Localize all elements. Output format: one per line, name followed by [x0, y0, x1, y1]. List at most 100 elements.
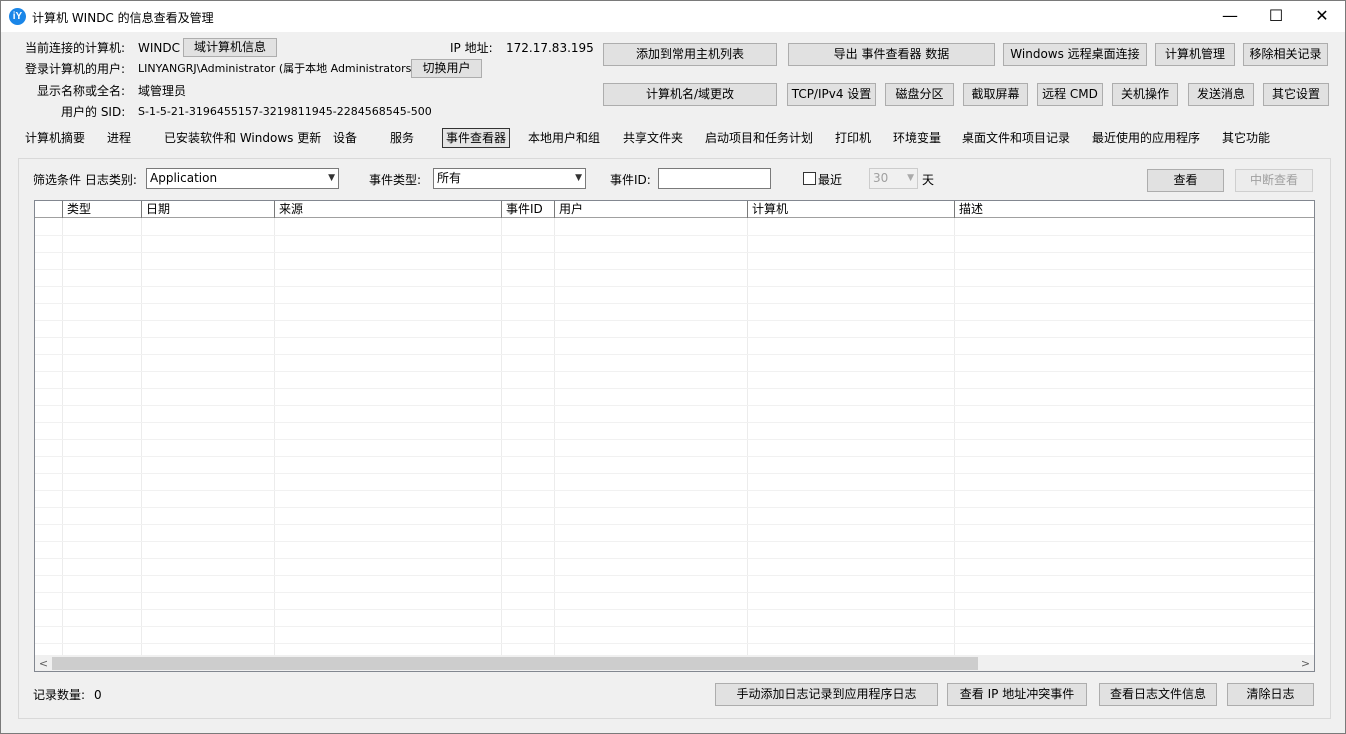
event-type-label: 事件类型:	[369, 173, 422, 187]
display-name-label: 显示名称或全名:	[37, 84, 126, 98]
ip-conflict-events-button[interactable]: 查看 IP 地址冲突事件	[947, 683, 1087, 706]
disk-partition-button[interactable]: 磁盘分区	[885, 83, 954, 106]
grid-row-line	[35, 490, 1314, 491]
tab-computer-summary[interactable]: 计算机摘要	[25, 128, 85, 148]
scroll-right-icon[interactable]: >	[1297, 655, 1314, 671]
grid-column-divider	[62, 218, 63, 656]
grid-row-line	[35, 388, 1314, 389]
tab-shared-folders[interactable]: 共享文件夹	[623, 128, 683, 148]
close-icon[interactable]: ✕	[1299, 1, 1345, 32]
column-header-event-id[interactable]: 事件ID	[502, 201, 555, 218]
column-header-computer[interactable]: 计算机	[748, 201, 955, 218]
tab-environment-variables[interactable]: 环境变量	[893, 128, 941, 148]
export-events-button[interactable]: 导出 事件查看器 数据	[788, 43, 995, 66]
event-type-value: 所有	[437, 171, 462, 185]
grid-row-line	[35, 592, 1314, 593]
days-value: 30	[873, 171, 889, 185]
tab-recent-apps[interactable]: 最近使用的应用程序	[1092, 128, 1200, 148]
title-bar: iY 计算机 WINDC 的信息查看及管理 — ☐ ✕	[1, 1, 1345, 32]
tcpip-settings-button[interactable]: TCP/IPv4 设置	[787, 83, 876, 106]
switch-user-button[interactable]: 切换用户	[411, 59, 482, 78]
event-id-input[interactable]	[658, 168, 771, 189]
shutdown-button[interactable]: 关机操作	[1112, 83, 1178, 106]
main-window: iY 计算机 WINDC 的信息查看及管理 — ☐ ✕ 当前连接的计算机: WI…	[0, 0, 1346, 734]
grid-row-line	[35, 524, 1314, 525]
tab-other-functions[interactable]: 其它功能	[1222, 128, 1270, 148]
tab-devices[interactable]: 设备	[333, 128, 357, 148]
rename-computer-button[interactable]: 计算机名/域更改	[603, 83, 777, 106]
grid-row-line	[35, 575, 1314, 576]
grid-row-line	[35, 456, 1314, 457]
grid-row-line	[35, 286, 1314, 287]
record-count-value: 0	[94, 688, 102, 702]
screenshot-button[interactable]: 截取屏幕	[963, 83, 1028, 106]
grid-row-line	[35, 643, 1314, 644]
scrollbar-thumb[interactable]	[52, 657, 978, 670]
stop-view-button[interactable]: 中断查看	[1235, 169, 1313, 192]
event-table[interactable]: 类型 日期 来源 事件ID 用户 计算机 描述 < >	[34, 200, 1315, 672]
grid-row-line	[35, 371, 1314, 372]
grid-column-divider	[554, 218, 555, 656]
window-title: 计算机 WINDC 的信息查看及管理	[32, 11, 214, 25]
grid-row-line	[35, 405, 1314, 406]
log-type-select[interactable]: Application ▼	[146, 168, 339, 189]
remote-cmd-button[interactable]: 远程 CMD	[1037, 83, 1103, 106]
record-count-label: 记录数量:	[33, 688, 86, 702]
days-select[interactable]: 30 ▼	[869, 168, 918, 189]
tab-local-users[interactable]: 本地用户和组	[528, 128, 600, 148]
tab-installed-software[interactable]: 已安装软件和 Windows 更新	[164, 128, 321, 148]
manual-add-log-button[interactable]: 手动添加日志记录到应用程序日志	[715, 683, 938, 706]
grid-column-divider	[141, 218, 142, 656]
add-host-button[interactable]: 添加到常用主机列表	[603, 43, 777, 66]
tab-printers[interactable]: 打印机	[835, 128, 871, 148]
column-header-source[interactable]: 来源	[275, 201, 502, 218]
maximize-icon[interactable]: ☐	[1253, 1, 1299, 32]
tab-event-viewer[interactable]: 事件查看器	[442, 128, 511, 148]
grid-row-line	[35, 473, 1314, 474]
column-header-type[interactable]: 类型	[63, 201, 142, 218]
domain-info-button[interactable]: 域计算机信息	[183, 38, 277, 57]
computer-label: 当前连接的计算机:	[25, 41, 126, 55]
app-icon: iY	[9, 8, 26, 25]
tab-desktop-files[interactable]: 桌面文件和项目记录	[962, 128, 1070, 148]
event-type-select[interactable]: 所有 ▼	[433, 168, 586, 189]
scroll-left-icon[interactable]: <	[35, 655, 52, 671]
chevron-down-icon: ▼	[907, 173, 914, 183]
computer-manage-button[interactable]: 计算机管理	[1155, 43, 1235, 66]
horizontal-scrollbar[interactable]: < >	[35, 655, 1314, 671]
minimize-icon[interactable]: —	[1207, 1, 1253, 32]
remove-records-button[interactable]: 移除相关记录	[1243, 43, 1328, 66]
ip-label: IP 地址:	[450, 41, 493, 55]
remote-desktop-button[interactable]: Windows 远程桌面连接	[1003, 43, 1147, 66]
grid-row-line	[35, 320, 1314, 321]
grid-column-divider	[747, 218, 748, 656]
grid-row-line	[35, 354, 1314, 355]
event-id-label: 事件ID:	[610, 173, 651, 187]
column-header-date[interactable]: 日期	[142, 201, 275, 218]
grid-row-line	[35, 337, 1314, 338]
log-file-info-button[interactable]: 查看日志文件信息	[1099, 683, 1217, 706]
sid-label: 用户的 SID:	[61, 105, 126, 119]
grid-row-line	[35, 422, 1314, 423]
column-header-index[interactable]	[35, 201, 63, 218]
recent-checkbox[interactable]	[803, 172, 816, 185]
tab-services[interactable]: 服务	[390, 128, 414, 148]
grid-row-line	[35, 252, 1314, 253]
column-header-description[interactable]: 描述	[955, 201, 1314, 218]
column-header-user[interactable]: 用户	[555, 201, 748, 218]
grid-row-line	[35, 269, 1314, 270]
ip-value: 172.17.83.195	[506, 41, 594, 55]
sid-value: S-1-5-21-3196455157-3219811945-228456854…	[138, 105, 432, 118]
grid-row-line	[35, 558, 1314, 559]
tab-processes[interactable]: 进程	[107, 128, 131, 148]
display-name-value: 域管理员	[138, 84, 187, 98]
days-unit-label: 天	[922, 173, 935, 187]
computer-value: WINDC	[138, 41, 180, 55]
grid-row-line	[35, 235, 1314, 236]
view-button[interactable]: 查看	[1147, 169, 1224, 192]
send-message-button[interactable]: 发送消息	[1188, 83, 1254, 106]
chevron-down-icon: ▼	[575, 173, 582, 183]
other-settings-button[interactable]: 其它设置	[1263, 83, 1329, 106]
tab-startup-tasks[interactable]: 启动项目和任务计划	[705, 128, 813, 148]
clear-log-button[interactable]: 清除日志	[1227, 683, 1314, 706]
